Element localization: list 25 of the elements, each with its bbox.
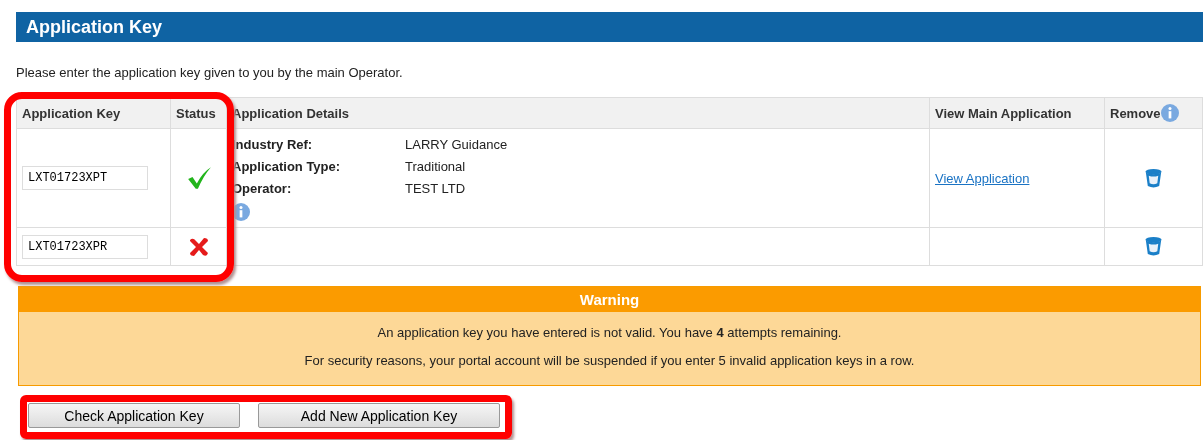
column-title: Application Details xyxy=(232,105,350,121)
key-input[interactable]: LXT01723XPR xyxy=(22,234,148,259)
section-title: Application Key xyxy=(26,16,163,38)
detail-value: LARRY Guidance xyxy=(405,137,508,152)
trash-icon[interactable] xyxy=(1144,236,1163,257)
instruction-text: Please enter the application key given to you by the main Operator. xyxy=(16,65,404,80)
detail-label: Operator: xyxy=(232,181,293,196)
column-title: View Main Application xyxy=(935,105,1072,121)
column-title: Application Key xyxy=(22,105,121,121)
key-input[interactable]: LXT01723XPT xyxy=(22,166,148,190)
action-button[interactable]: Check Application Key xyxy=(28,403,240,428)
warning-text: For security reasons, your portal account will be suspended if you enter 5 invalid application keys in a row. xyxy=(303,353,916,368)
info-icon xyxy=(232,203,250,221)
detail-value: TEST LTD xyxy=(405,181,466,196)
detail-label: Industry Ref: xyxy=(232,137,314,152)
trash-icon[interactable] xyxy=(1144,167,1163,189)
info-icon xyxy=(1160,104,1179,122)
warning-title: Warning xyxy=(19,287,1200,312)
column-title: Remove xyxy=(1110,105,1161,121)
action-button[interactable]: Add New Application Key xyxy=(258,403,500,428)
view-application-link[interactable]: View Application xyxy=(935,170,1030,186)
detail-label: Application Type: xyxy=(232,159,342,174)
column-title: Status xyxy=(176,105,216,121)
detail-value: Traditional xyxy=(405,159,466,174)
warning-text: An application key you have entered is not valid. You have 4 attempts remaining. xyxy=(376,325,843,340)
